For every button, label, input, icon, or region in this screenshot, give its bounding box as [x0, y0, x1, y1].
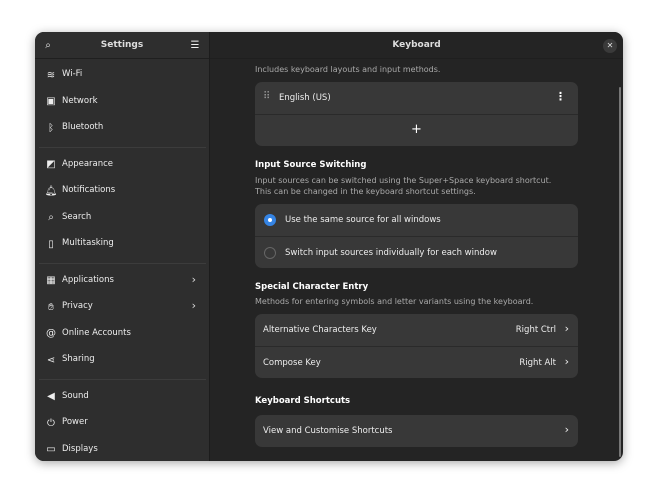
- close-icon: ✕: [606, 41, 614, 50]
- sidebar-item-label: Bluetooth: [62, 122, 104, 132]
- sidebar-item-label: Network: [62, 95, 98, 106]
- chevron-right-icon: ›: [564, 322, 569, 335]
- sidebar-divider: [39, 378, 206, 380]
- plus-icon: +: [411, 122, 422, 137]
- input-source-label: English (US): [279, 93, 331, 103]
- more-options-icon[interactable]: ⋮: [555, 90, 566, 103]
- wifi-icon: ≋: [46, 69, 56, 81]
- scrollbar[interactable]: [619, 87, 621, 457]
- sidebar-item-bluetooth[interactable]: ᛒ Bluetooth: [39, 116, 206, 140]
- special-card: Alternative Characters Key Right Ctrl › …: [255, 314, 578, 378]
- sidebar-item-label: Search: [62, 211, 92, 222]
- multitasking-icon: ▯: [48, 238, 54, 250]
- radio-label: Switch input sources individually for ea…: [285, 248, 497, 258]
- sidebar-item-network[interactable]: ▣ Network: [39, 90, 206, 114]
- sidebar-item-label: Displays: [62, 443, 98, 454]
- drag-handle-icon[interactable]: ⠿: [263, 91, 270, 102]
- row-value: Right Ctrl: [515, 325, 556, 335]
- power-icon: ⏻: [47, 417, 55, 429]
- bluetooth-icon: ᛒ: [48, 122, 54, 134]
- row-value: Right Alt: [519, 358, 556, 368]
- sidebar-item-notifications[interactable]: 🔔︎ Notifications: [39, 179, 206, 203]
- menu-icon[interactable]: ☰: [189, 39, 201, 51]
- page-title: Keyboard: [392, 40, 441, 50]
- display-icon: ▭: [46, 444, 56, 455]
- row-label: Compose Key: [263, 358, 321, 368]
- radio-button[interactable]: [264, 247, 276, 259]
- sidebar-item-applications[interactable]: ▦ Applications ›: [39, 269, 206, 293]
- sidebar-divider: [39, 262, 206, 264]
- chevron-right-icon: ›: [564, 355, 569, 368]
- radio-button[interactable]: [264, 214, 276, 226]
- at-icon: @: [46, 328, 56, 339]
- speaker-icon: ◀: [47, 391, 55, 402]
- sidebar-item-sound[interactable]: ◀ Sound: [39, 385, 206, 409]
- sidebar-item-label: Sharing: [62, 354, 95, 364]
- chevron-right-icon: ›: [564, 423, 569, 436]
- sidebar-item-label: Multitasking: [62, 238, 114, 248]
- row-label: Alternative Characters Key: [263, 325, 377, 335]
- main-header: Keyboard ✕: [210, 32, 623, 59]
- radio-row-individual[interactable]: Switch input sources individually for ea…: [255, 236, 578, 268]
- section-heading: Input Source Switching: [255, 160, 367, 170]
- chevron-right-icon: ›: [191, 272, 196, 286]
- radio-row-same-source[interactable]: Use the same source for all windows: [255, 204, 578, 236]
- bell-icon: 🔔︎: [44, 185, 58, 197]
- sidebar-title: Settings: [100, 40, 144, 50]
- sidebar-item-label: Online Accounts: [62, 327, 131, 338]
- settings-window: ⌕ Settings ☰ ≋ Wi-Fi ▣ Network ᛒ Bluetooth ◩ Ap…: [35, 32, 623, 461]
- network-icon: ▣: [46, 96, 56, 107]
- radio-label: Use the same source for all windows: [285, 215, 441, 225]
- sidebar-item-sharing[interactable]: ⋖ Sharing: [39, 348, 206, 372]
- sidebar-item-online-accounts[interactable]: @ Online Accounts: [39, 322, 206, 346]
- shortcuts-card: View and Customise Shortcuts ›: [255, 415, 578, 447]
- sidebar-item-wi-fi[interactable]: ≋ Wi-Fi: [39, 63, 206, 87]
- sidebar-header: ⌕ Settings ☰: [35, 32, 209, 59]
- sidebar: ⌕ Settings ☰ ≋ Wi-Fi ▣ Network ᛒ Bluetooth ◩ Ap…: [35, 32, 210, 461]
- sidebar-item-label: Applications: [62, 274, 114, 285]
- sidebar-item-label: Appearance: [62, 158, 114, 169]
- input-sources-card: ⠿ English (US) ⋮ +: [255, 82, 578, 146]
- input-sources-description: Includes keyboard layouts and input meth…: [255, 65, 441, 74]
- section-description: Input sources can be switched using the …: [255, 176, 552, 185]
- sidebar-item-label: Wi-Fi: [62, 69, 83, 79]
- sidebar-item-power[interactable]: ⏻ Power: [39, 411, 206, 435]
- close-button[interactable]: ✕: [603, 39, 617, 53]
- sidebar-item-label: Sound: [62, 390, 89, 401]
- row-label: View and Customise Shortcuts: [263, 426, 393, 436]
- section-description: This can be changed in the keyboard shor…: [255, 187, 476, 196]
- alternative-characters-key-row[interactable]: Alternative Characters Key Right Ctrl ›: [255, 314, 578, 346]
- sidebar-item-displays[interactable]: ▭ Displays: [39, 438, 206, 462]
- section-description: Methods for entering symbols and letter …: [255, 297, 534, 306]
- section-heading: Special Character Entry: [255, 282, 369, 292]
- share-icon: ⋖: [46, 354, 56, 366]
- sidebar-divider: [39, 146, 206, 148]
- hand-icon: ✋︎: [48, 301, 54, 313]
- search-icon: ⌕: [48, 212, 54, 223]
- sidebar-item-privacy[interactable]: ✋︎ Privacy ›: [39, 295, 206, 319]
- view-shortcuts-row[interactable]: View and Customise Shortcuts ›: [255, 415, 578, 447]
- compose-key-row[interactable]: Compose Key Right Alt ›: [255, 346, 578, 378]
- sidebar-item-appearance[interactable]: ◩ Appearance: [39, 153, 206, 177]
- sidebar-item-label: Notifications: [62, 185, 116, 195]
- input-source-row[interactable]: ⠿ English (US) ⋮: [255, 82, 578, 114]
- sidebar-item-label: Privacy: [62, 301, 93, 311]
- section-heading: Keyboard Shortcuts: [255, 396, 351, 406]
- add-input-source-button[interactable]: +: [255, 114, 578, 146]
- applications-icon: ▦: [46, 275, 56, 286]
- main-panel: Keyboard ✕ Includes keyboard layouts and…: [210, 32, 623, 461]
- switching-card: Use the same source for all windows Swit…: [255, 204, 578, 268]
- sidebar-item-search[interactable]: ⌕ Search: [39, 206, 206, 230]
- sidebar-item-label: Power: [62, 417, 88, 427]
- sidebar-item-multitasking[interactable]: ▯ Multitasking: [39, 232, 206, 256]
- chevron-right-icon: ›: [191, 299, 196, 312]
- appearance-icon: ◩: [46, 159, 56, 170]
